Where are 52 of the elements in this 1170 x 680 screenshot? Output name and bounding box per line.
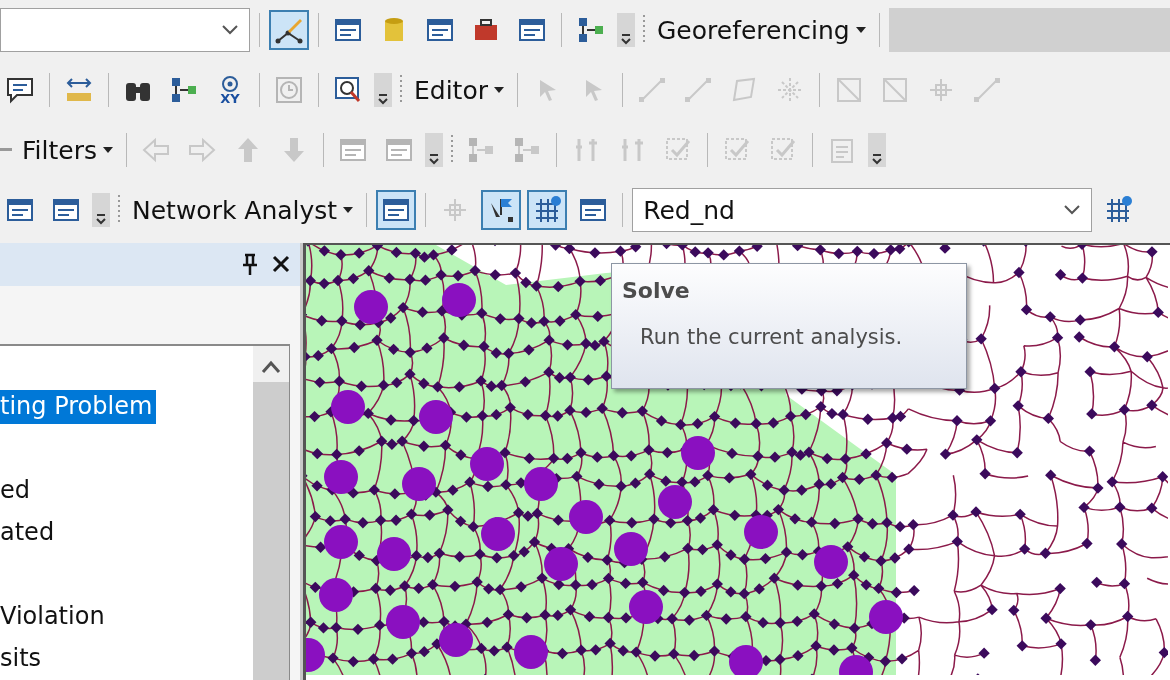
overflow-grip-icon[interactable]	[867, 133, 886, 167]
chevron-down-icon	[1063, 204, 1082, 216]
list-item[interactable]: sits	[0, 642, 46, 676]
list-item[interactable]: ated	[0, 516, 59, 550]
line-icon	[972, 75, 1002, 105]
list-item[interactable]: ting Problem	[0, 390, 157, 424]
caret-icon	[102, 146, 113, 154]
zoom-icon	[333, 75, 363, 105]
dropdown-field[interactable]: Red_nd	[632, 188, 1093, 232]
line-icon	[683, 75, 713, 105]
list-item[interactable]: Violation	[0, 600, 109, 634]
scrollbar[interactable]	[253, 346, 289, 680]
overflow-grip-icon[interactable]	[424, 133, 443, 167]
square-icon	[834, 75, 864, 105]
overflow-grip-icon[interactable]	[374, 73, 392, 107]
tooltip-title: Solve	[622, 278, 691, 303]
diagram-icon	[169, 75, 199, 105]
dropdown-field[interactable]	[0, 8, 250, 52]
line-icon	[637, 75, 667, 105]
toolbar-button[interactable]	[481, 190, 522, 230]
overflow-grip-icon[interactable]	[617, 13, 635, 47]
clock-icon	[274, 75, 304, 105]
overflow-grip-icon[interactable]	[92, 193, 110, 227]
dash-icon	[0, 148, 12, 152]
toolbar-menu[interactable]: Filters	[18, 135, 117, 165]
toolbar-handle-icon[interactable]	[448, 135, 455, 165]
toolbar-handle-icon[interactable]	[398, 75, 404, 105]
map-view[interactable]: Solve Run the current analysis.	[303, 243, 1170, 680]
arrow-icon	[140, 135, 171, 165]
toolbar-menu[interactable]: Editor	[410, 75, 508, 105]
list-item[interactable]: ed	[0, 474, 34, 508]
speech-bubble-icon	[5, 75, 35, 105]
toolbar-menu[interactable]: Georeferencing	[653, 15, 870, 45]
caret-icon	[343, 206, 354, 214]
square-icon	[880, 75, 910, 105]
close-icon[interactable]	[272, 255, 290, 274]
toolbar-menu[interactable]: Network Analyst	[128, 195, 358, 225]
toolbar-handle-icon[interactable]	[116, 195, 122, 225]
target-icon	[221, 75, 239, 93]
toolbar-button[interactable]: XY	[210, 70, 250, 110]
arrow-icon	[186, 135, 217, 165]
caret-icon	[855, 26, 866, 34]
toolbar-button[interactable]	[269, 10, 309, 50]
pin-icon[interactable]	[242, 253, 258, 276]
toolbar-handle-icon[interactable]	[641, 15, 647, 45]
toolbar-button[interactable]	[376, 190, 417, 230]
chevron-up-icon[interactable]	[261, 360, 281, 374]
caret-icon	[494, 86, 504, 94]
toolbar-button[interactable]	[527, 190, 568, 230]
diagram-icon	[576, 15, 606, 45]
chevron-down-icon	[221, 24, 239, 36]
tooltip-text: Run the current analysis.	[639, 325, 904, 349]
